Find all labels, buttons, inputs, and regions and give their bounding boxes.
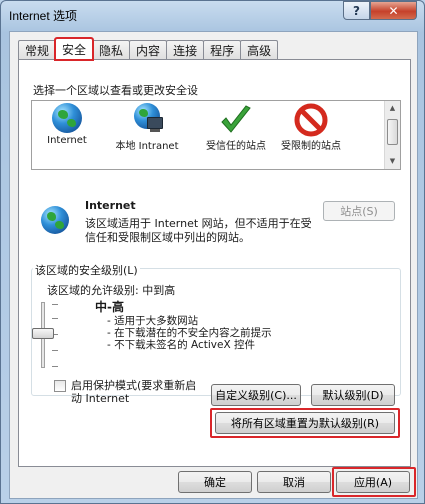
restricted-icon [291,103,331,139]
zone-label: 本地 Intranet [115,141,179,152]
globe-icon [52,103,82,133]
level-name: 中-高 [95,300,124,314]
scroll-down-icon[interactable]: ▼ [385,154,400,169]
close-button[interactable]: ✕ [370,1,417,20]
tab-programs[interactable]: 程序 [203,40,242,60]
zone-local-intranet[interactable]: 本地 Intranet [114,103,180,153]
check-icon [216,103,256,139]
tab-privacy[interactable]: 隐私 [92,40,131,60]
security-level-slider-thumb[interactable] [32,328,54,339]
tab-advanced[interactable]: 高级 [240,40,279,60]
zone-label: 受限制的站点 [281,141,341,152]
selected-zone-globe-icon [41,206,69,234]
level-bullet: - 适用于大多数网站 [107,315,199,327]
tab-bar: 常规 安全 隐私 内容 连接 程序 高级 [18,37,279,61]
internet-options-window: Internet 选项 ? ✕ 常规 安全 隐私 内容 连接 程序 高级 选择一… [0,0,425,504]
zone-list-scrollbar[interactable]: ▲ ▼ [384,101,400,169]
zone-trusted-sites[interactable]: 受信任的站点 [200,103,272,153]
selected-zone-description: 该区域适用于 Internet 网站，但不适用于在受信任和受限制区域中列出的网站… [85,217,312,244]
custom-level-button[interactable]: 自定义级别(C)... [211,384,301,406]
protected-mode-checkbox[interactable] [54,380,66,392]
tab-content[interactable]: 内容 [129,40,168,60]
window-title: Internet 选项 [9,9,78,23]
cancel-button[interactable]: 取消 [257,471,331,493]
zone-label: 受信任的站点 [206,141,266,152]
zone-prompt: 选择一个区域以查看或更改安全设 [33,84,198,97]
scroll-thumb[interactable] [387,119,398,145]
sites-button[interactable]: 站点(S) [323,201,395,221]
zone-list: Internet 本地 Intranet 受信任的站点 受限制的站点 ▲ ▼ [31,100,401,170]
allowed-level-label: 该区域的允许级别: 中到高 [47,284,176,297]
security-level-title: 该区域的安全级别(L) [33,262,140,278]
protected-mode-label: 启用保护模式(要求重新启动 Internet [71,379,197,405]
highlight-mark [332,467,416,497]
intranet-icon [127,103,167,139]
dialog-client-area: 常规 安全 隐私 内容 连接 程序 高级 选择一个区域以查看或更改安全设 Int… [9,31,418,499]
tab-security[interactable]: 安全 [54,37,95,61]
zone-restricted-sites[interactable]: 受限制的站点 [278,103,344,153]
selected-zone-name: Internet [85,199,136,212]
security-panel: 选择一个区域以查看或更改安全设 Internet 本地 Intranet 受信任… [18,59,411,467]
ok-button[interactable]: 确定 [178,471,252,493]
level-bullets: - 适用于大多数网站 - 在下载潜在的不安全内容之前提示 - 不下载未签名的 A… [107,315,272,351]
level-bullet: - 不下载未签名的 ActiveX 控件 [107,339,255,351]
level-bullet: - 在下载潜在的不安全内容之前提示 [107,327,272,339]
help-button[interactable]: ? [343,1,370,20]
highlight-mark [210,408,400,438]
scroll-up-icon[interactable]: ▲ [385,101,400,116]
tab-general[interactable]: 常规 [18,40,57,60]
default-level-button[interactable]: 默认级别(D) [311,384,395,406]
zone-label: Internet [47,135,87,146]
tab-connections[interactable]: 连接 [166,40,205,60]
zone-internet[interactable]: Internet [36,103,98,147]
